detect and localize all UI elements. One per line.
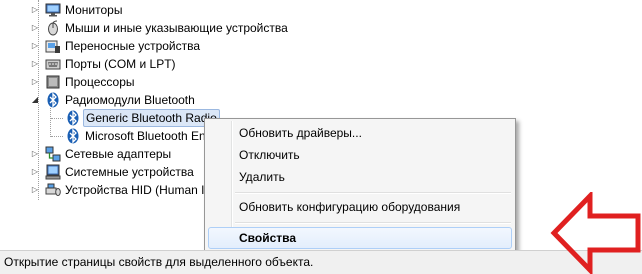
tree-item-label-selected: Generic Bluetooth Radio (83, 109, 220, 127)
system-device-icon (45, 164, 61, 180)
expand-arrow-icon[interactable]: ▷ (30, 73, 40, 91)
tree-item-label: Процессоры (65, 75, 135, 89)
collapse-arrow-icon[interactable]: ◢ (30, 91, 40, 109)
expand-arrow-icon[interactable]: ▷ (30, 181, 40, 199)
tree-connector (51, 136, 63, 137)
status-bar-text: Открытие страницы свойств для выделенног… (4, 255, 314, 269)
menu-item-uninstall[interactable]: Удалить (239, 166, 285, 188)
monitor-icon (45, 3, 61, 17)
expand-arrow-icon[interactable]: ▷ (30, 1, 40, 19)
expand-arrow-icon[interactable]: ▷ (30, 19, 40, 37)
menu-separator (235, 192, 511, 194)
expand-arrow-icon[interactable]: ▷ (30, 37, 40, 55)
status-bar: Открытие страницы свойств для выделенног… (0, 250, 642, 274)
annotation-arrow-icon (550, 192, 641, 274)
tree-item-label: Мыши и иные указывающие устройства (65, 21, 288, 35)
bluetooth-icon (47, 92, 59, 108)
menu-item-disable[interactable]: Отключить (239, 144, 300, 166)
menu-item-update-drivers[interactable]: Обновить драйверы... (239, 122, 362, 144)
tree-item-label: Порты (COM и LPT) (65, 57, 176, 71)
processor-icon (46, 75, 60, 89)
expand-arrow-icon[interactable]: ▷ (30, 163, 40, 181)
menu-item-properties[interactable]: Свойства (239, 227, 296, 249)
context-menu: Обновить драйверы... Отключить Удалить О… (204, 118, 516, 252)
port-icon (45, 59, 61, 70)
bluetooth-icon (67, 128, 79, 144)
tree-item-label: Радиомодули Bluetooth (65, 93, 195, 107)
mouse-icon (48, 20, 58, 36)
bluetooth-icon (67, 110, 79, 126)
network-adapter-icon (45, 146, 61, 162)
hid-device-icon (45, 183, 61, 196)
expand-arrow-icon[interactable]: ▷ (30, 55, 40, 73)
menu-separator (235, 222, 511, 224)
tree-connector (51, 118, 63, 119)
tree-item-label: Мониторы (65, 3, 123, 17)
tree-item-label: Системные устройства (65, 165, 194, 179)
tree-item-label: Переносные устройства (65, 39, 201, 53)
menu-item-scan-hardware[interactable]: Обновить конфигурацию оборудования (239, 196, 460, 218)
tree-connector (50, 108, 51, 137)
portable-device-icon (45, 40, 60, 53)
expand-arrow-icon[interactable]: ▷ (30, 145, 40, 163)
tree-item-label: Сетевые адаптеры (65, 147, 172, 161)
